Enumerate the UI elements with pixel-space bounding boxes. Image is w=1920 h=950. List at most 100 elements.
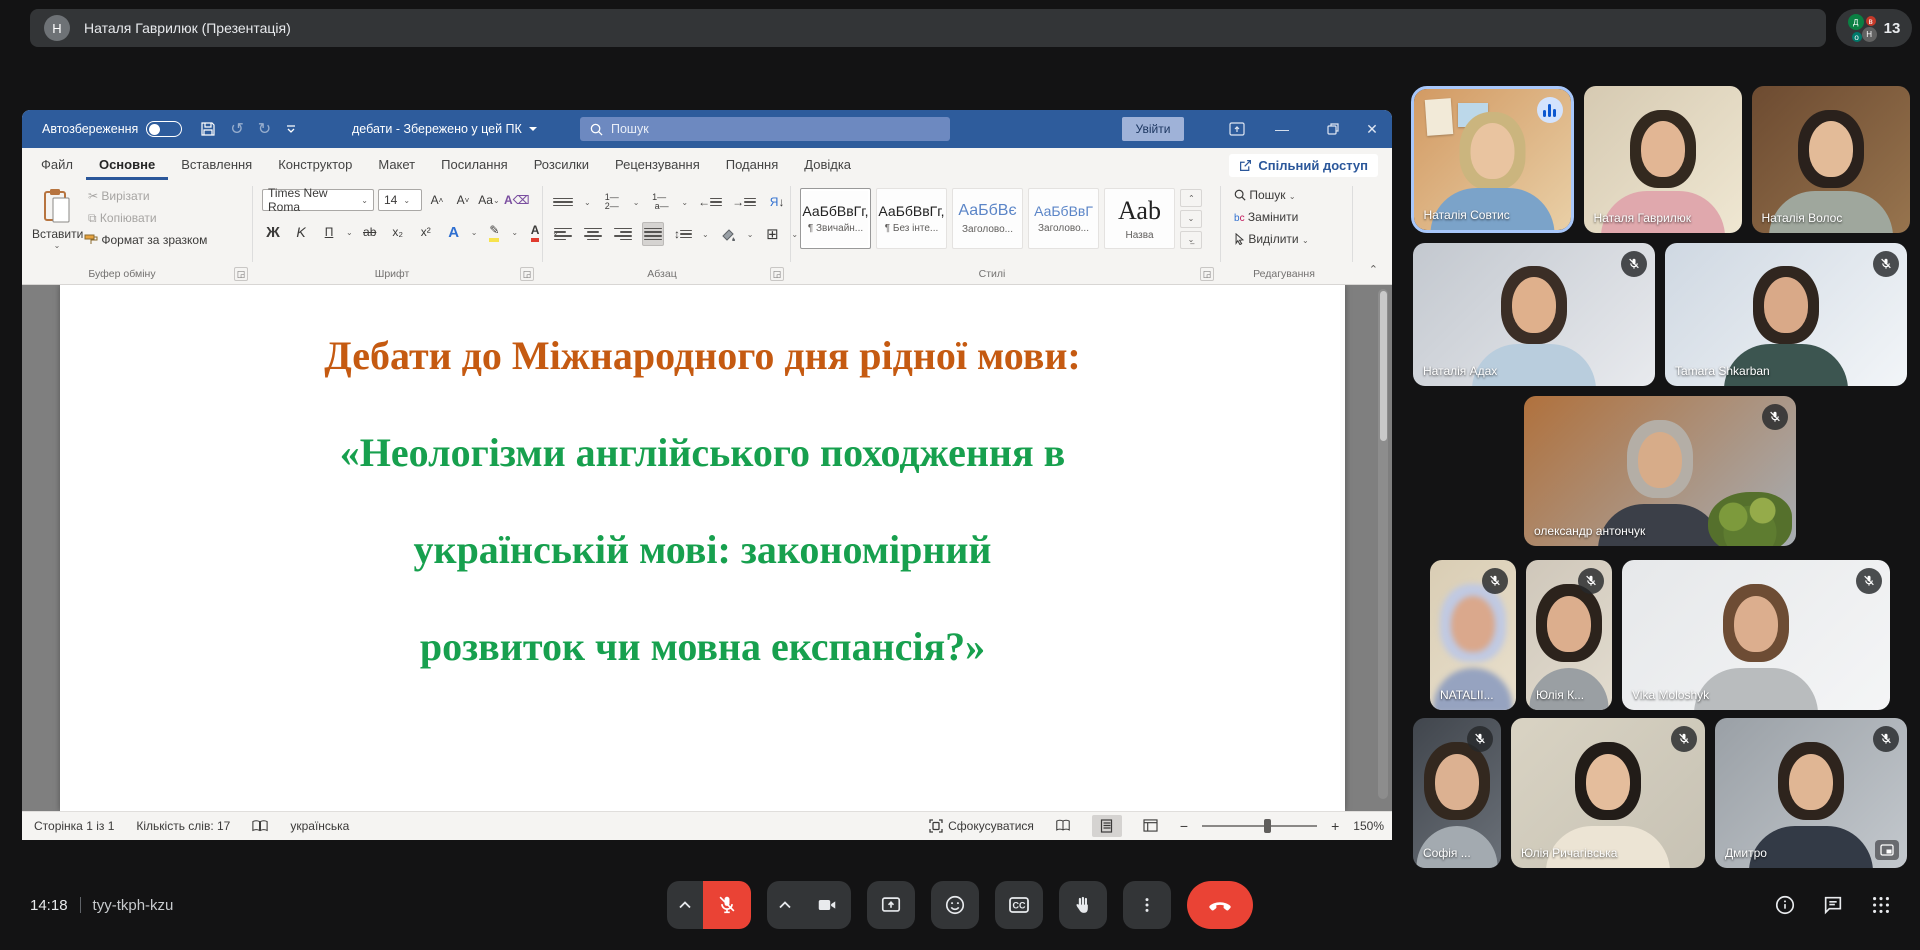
raise-hand-button[interactable] — [1059, 881, 1107, 929]
restore-button[interactable] — [1313, 110, 1353, 148]
participant-tile[interactable]: олександр антончук — [1524, 396, 1796, 546]
strikethrough-button[interactable]: ab — [359, 220, 381, 244]
present-button[interactable] — [867, 881, 915, 929]
read-mode-button[interactable] — [1048, 815, 1078, 837]
format-painter-button[interactable]: Формат за зразком — [84, 233, 207, 247]
style-heading2[interactable]: АаБбВвГ Заголово... — [1028, 188, 1099, 249]
sort-button[interactable]: Я↓ — [766, 190, 788, 214]
autosave-toggle[interactable] — [146, 121, 182, 137]
bold-button[interactable]: Ж — [262, 220, 284, 244]
paragraph-dialog-launcher[interactable]: ◲ — [770, 267, 784, 281]
document-scrollbar[interactable] — [1378, 289, 1388, 799]
shrink-font-button[interactable]: A˅ — [452, 188, 474, 212]
participant-tile[interactable]: Юлія Ричагівська — [1511, 718, 1705, 868]
page-indicator[interactable]: Сторінка 1 із 1 — [34, 819, 114, 833]
styles-dialog-launcher[interactable]: ◲ — [1200, 267, 1214, 281]
zoom-in-button[interactable]: + — [1331, 818, 1339, 834]
language-indicator[interactable]: українська — [290, 819, 349, 833]
mic-options-chevron[interactable] — [667, 881, 703, 929]
cut-button[interactable]: ✂ Вирізати — [88, 189, 150, 203]
word-count[interactable]: Кількість слів: 17 — [136, 819, 230, 833]
pip-icon[interactable] — [1875, 840, 1899, 860]
text-effects-button[interactable]: A — [443, 220, 465, 244]
participant-tile[interactable]: Наталя Гаврилюк — [1584, 86, 1742, 233]
participant-tile[interactable]: Юлія К... — [1526, 560, 1612, 710]
align-left-button[interactable] — [552, 222, 574, 246]
shading-button[interactable] — [717, 222, 739, 246]
spellcheck-icon[interactable] — [252, 819, 268, 833]
search-input[interactable]: Пошук — [580, 117, 950, 141]
share-button[interactable]: Спільний доступ — [1229, 154, 1378, 177]
clear-formatting-button[interactable]: A⌫ — [504, 188, 530, 212]
highlight-button[interactable]: ✎ — [483, 220, 505, 244]
tab-mailings[interactable]: Розсилки — [521, 151, 602, 180]
font-size-select[interactable]: 14⌄ — [378, 189, 422, 211]
redo-icon[interactable]: ↻ — [258, 119, 271, 139]
line-spacing-button[interactable]: ↕ — [672, 222, 694, 246]
chat-icon[interactable] — [1822, 894, 1844, 916]
participant-tile[interactable]: Tamara Shkarban — [1665, 243, 1907, 386]
zoom-out-button[interactable]: − — [1180, 818, 1188, 834]
camera-button[interactable] — [803, 881, 851, 929]
clipboard-dialog-launcher[interactable]: ◲ — [234, 267, 248, 281]
decrease-indent-button[interactable]: ← — [698, 190, 722, 214]
participant-tile[interactable]: Дмитро — [1715, 718, 1907, 868]
camera-options-chevron[interactable] — [767, 881, 803, 929]
zoom-slider[interactable] — [1202, 825, 1317, 827]
document-page[interactable]: Дебати до Міжнародного дня рідної мови: … — [60, 285, 1345, 811]
tab-home[interactable]: Основне — [86, 151, 168, 180]
tab-file[interactable]: Файл — [28, 151, 86, 180]
align-right-button[interactable] — [612, 222, 634, 246]
close-button[interactable]: ✕ — [1352, 110, 1392, 148]
reactions-button[interactable] — [931, 881, 979, 929]
superscript-button[interactable]: x² — [415, 220, 437, 244]
align-center-button[interactable] — [582, 222, 604, 246]
styles-scroll-up[interactable]: ⌄ — [1180, 189, 1202, 207]
style-normal[interactable]: АаБбВвГг, ¶ Звичайн... — [800, 188, 871, 249]
participant-tile[interactable]: Наталія Адах — [1413, 243, 1655, 386]
participant-tile[interactable]: Софія ... — [1413, 718, 1501, 868]
undo-icon[interactable]: ↺ — [230, 119, 243, 139]
more-options-button[interactable] — [1123, 881, 1171, 929]
change-case-button[interactable]: Aa⌄ — [478, 188, 500, 212]
customize-quick-access-icon[interactable] — [285, 123, 297, 135]
increase-indent-button[interactable]: → — [732, 190, 756, 214]
multilevel-list-button[interactable]: 1— а— — [649, 190, 671, 214]
tab-design[interactable]: Конструктор — [265, 151, 365, 180]
tab-layout[interactable]: Макет — [365, 151, 428, 180]
document-title[interactable]: дебати - Збережено у цей ПК — [352, 110, 538, 148]
mic-mute-button[interactable] — [703, 881, 751, 929]
tab-insert[interactable]: Вставлення — [168, 151, 265, 180]
select-button[interactable]: Виділити ⌄ — [1234, 232, 1309, 246]
participant-tile[interactable]: NATALII... — [1430, 560, 1516, 710]
style-title[interactable]: Ааb Назва — [1104, 188, 1175, 249]
zoom-level[interactable]: 150% — [1353, 819, 1384, 833]
save-icon[interactable] — [200, 121, 216, 137]
sign-in-button[interactable]: Увійти — [1122, 117, 1184, 141]
ribbon-display-options-button[interactable] — [1217, 110, 1257, 148]
print-layout-button[interactable] — [1092, 815, 1122, 837]
italic-button[interactable]: K — [290, 220, 312, 244]
find-button[interactable]: Пошук ⌄ — [1234, 188, 1309, 202]
participant-tile[interactable]: Наталія Волос — [1752, 86, 1910, 233]
style-heading1[interactable]: АаБбВє Заголово... — [952, 188, 1023, 249]
styles-scroll-down[interactable]: ⌄ — [1180, 210, 1202, 228]
justify-button[interactable] — [642, 222, 664, 246]
grow-font-button[interactable]: A˄ — [426, 188, 448, 212]
subscript-button[interactable]: x₂ — [387, 220, 409, 244]
copy-button[interactable]: ⧉ Копіювати — [88, 211, 157, 226]
tab-review[interactable]: Рецензування — [602, 151, 713, 180]
borders-button[interactable]: ⊞ — [761, 222, 783, 246]
font-family-select[interactable]: Times New Roma⌄ — [262, 189, 374, 211]
replace-button[interactable]: bc Замінити — [1234, 210, 1309, 224]
bullets-button[interactable] — [552, 190, 574, 214]
paste-button[interactable]: Вставити ⌄ — [32, 188, 82, 250]
numbering-button[interactable]: 1—2— — [601, 190, 623, 214]
end-call-button[interactable] — [1187, 881, 1253, 929]
captions-button[interactable]: CC — [995, 881, 1043, 929]
collapse-ribbon-button[interactable]: ⌃ — [1369, 263, 1378, 276]
tab-help[interactable]: Довідка — [791, 151, 864, 180]
focus-mode-button[interactable]: Сфокусуватися — [929, 819, 1034, 833]
participant-tile[interactable]: Vika Moloshyk — [1622, 560, 1890, 710]
meeting-details-icon[interactable] — [1774, 894, 1796, 916]
